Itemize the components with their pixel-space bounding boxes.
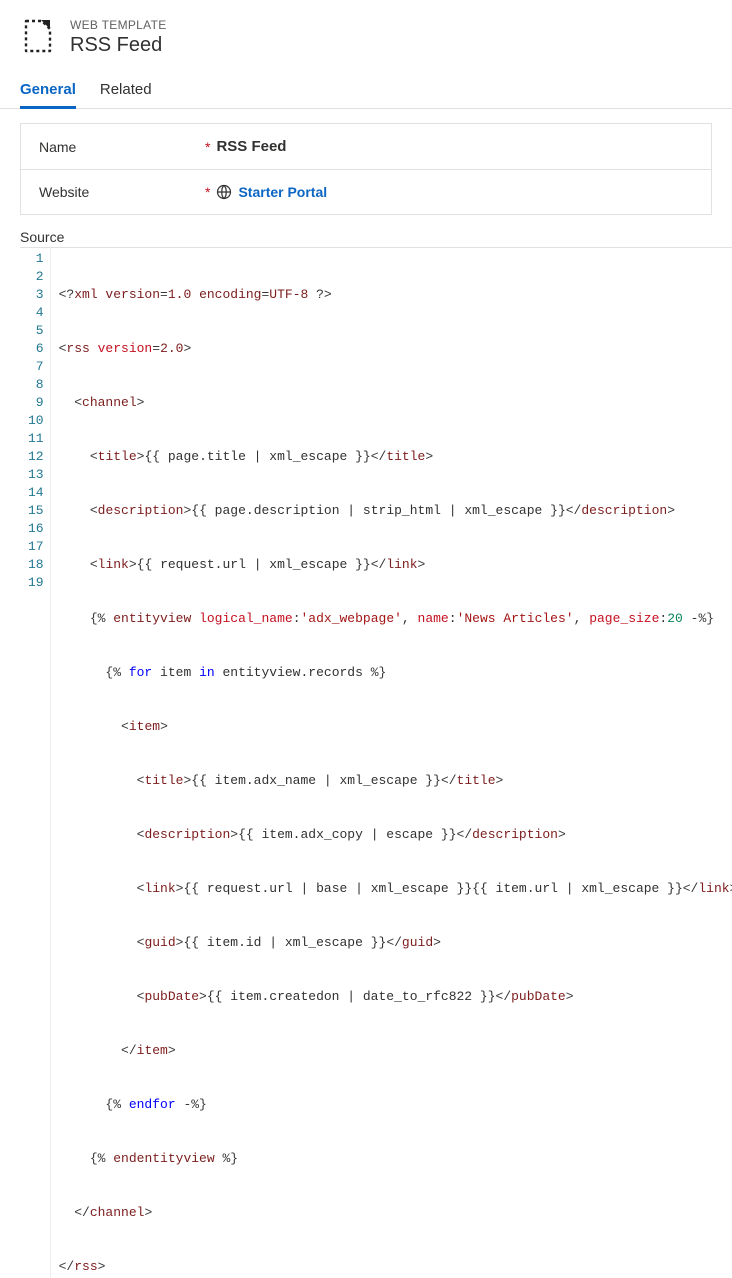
file-icon [20, 18, 56, 54]
code-editor[interactable]: 12345678910111213141516171819 <?xml vers… [20, 247, 732, 1278]
website-label: Website [39, 184, 199, 200]
form-panel: Name * RSS Feed Website * Starter Portal [20, 123, 712, 215]
required-indicator: * [199, 184, 216, 200]
field-name-row: Name * RSS Feed [21, 124, 711, 170]
header-title: RSS Feed [70, 34, 167, 57]
required-indicator: * [199, 139, 216, 155]
tab-general[interactable]: General [20, 75, 76, 109]
header-eyebrow: WEB TEMPLATE [70, 18, 167, 32]
source-label: Source [20, 229, 712, 245]
code-gutter: 12345678910111213141516171819 [20, 248, 51, 1278]
name-label: Name [39, 139, 199, 155]
field-website-row: Website * Starter Portal [21, 170, 711, 215]
code-body[interactable]: <?xml version=1.0 encoding=UTF-8 ?> <rss… [51, 248, 732, 1278]
tab-related[interactable]: Related [100, 75, 152, 109]
name-value[interactable]: RSS Feed [216, 138, 286, 155]
tab-bar: General Related [0, 67, 732, 109]
page-header: WEB TEMPLATE RSS Feed [0, 0, 732, 67]
globe-icon [216, 184, 232, 200]
website-value: Starter Portal [238, 184, 327, 200]
website-link[interactable]: Starter Portal [216, 184, 327, 200]
